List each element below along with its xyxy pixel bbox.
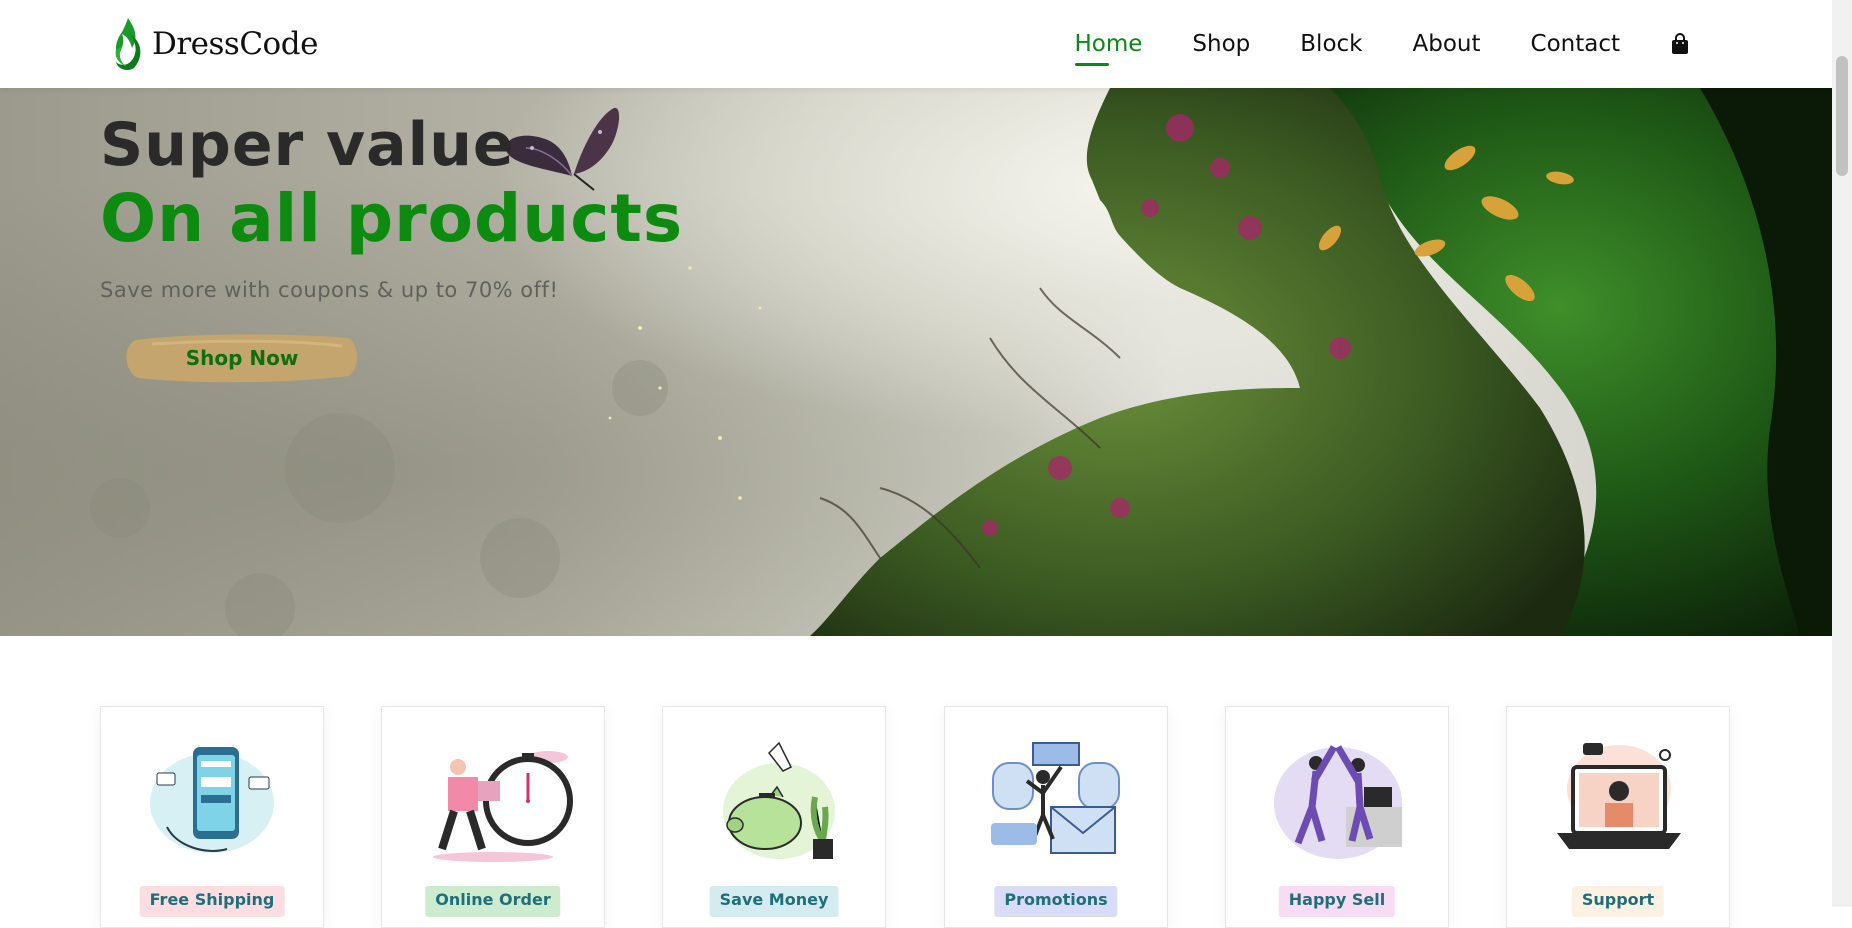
piggy-bank-illustration [723, 741, 835, 859]
high-five-illustration [1274, 745, 1402, 859]
feature-label: Save Money [709, 886, 839, 917]
nav-contact[interactable]: Contact [1531, 32, 1620, 56]
feature-card-online-order[interactable]: Online Order [381, 706, 605, 928]
nav-block[interactable]: Block [1300, 32, 1362, 56]
shop-now-button[interactable]: Shop Now [122, 332, 362, 384]
nav-about[interactable]: About [1413, 32, 1481, 56]
promotions-illustration [991, 742, 1120, 854]
feature-label: Happy Sell [1278, 886, 1396, 917]
shop-now-label: Shop Now [185, 346, 299, 370]
shopping-bag-icon[interactable] [1670, 33, 1690, 55]
delivery-clock-illustration [433, 751, 573, 862]
leaf-flame-icon [115, 18, 141, 70]
support-laptop-illustration [1557, 743, 1681, 849]
hero-title-primary: Super value [100, 110, 515, 180]
nav-home[interactable]: Home [1074, 32, 1142, 66]
scrollbar-thumb[interactable] [1836, 56, 1848, 176]
main-nav: Home Shop Block About Contact [1025, 0, 1691, 88]
feature-label: Support [1571, 886, 1665, 917]
feature-card-free-shipping[interactable]: Free Shipping [100, 706, 324, 928]
feature-label: Promotions [994, 886, 1118, 917]
hero-title-highlight: On all products [100, 180, 684, 257]
feature-label: Free Shipping [139, 886, 285, 917]
feature-card-promotions[interactable]: Promotions [944, 706, 1168, 928]
hero-banner: Super value On all products Save more wi… [0, 88, 1832, 636]
feature-label: Online Order [425, 886, 561, 917]
feature-card-support[interactable]: Support [1506, 706, 1730, 928]
feature-cards: Free Shipping Online Order Save Money Pr… [100, 706, 1732, 928]
hero-subtitle: Save more with coupons & up to 70% off! [100, 278, 559, 302]
feature-card-save-money[interactable]: Save Money [662, 706, 886, 928]
brand-logo[interactable]: DressCode [108, 16, 318, 72]
page-scrollbar[interactable] [1832, 0, 1852, 907]
nav-shop[interactable]: Shop [1192, 32, 1250, 56]
feature-card-happy-sell[interactable]: Happy Sell [1225, 706, 1449, 928]
brand-name: DressCode [152, 26, 318, 62]
phone-payment-illustration [150, 747, 274, 853]
site-header: DressCode Home Shop Block About Contact [0, 0, 1832, 88]
